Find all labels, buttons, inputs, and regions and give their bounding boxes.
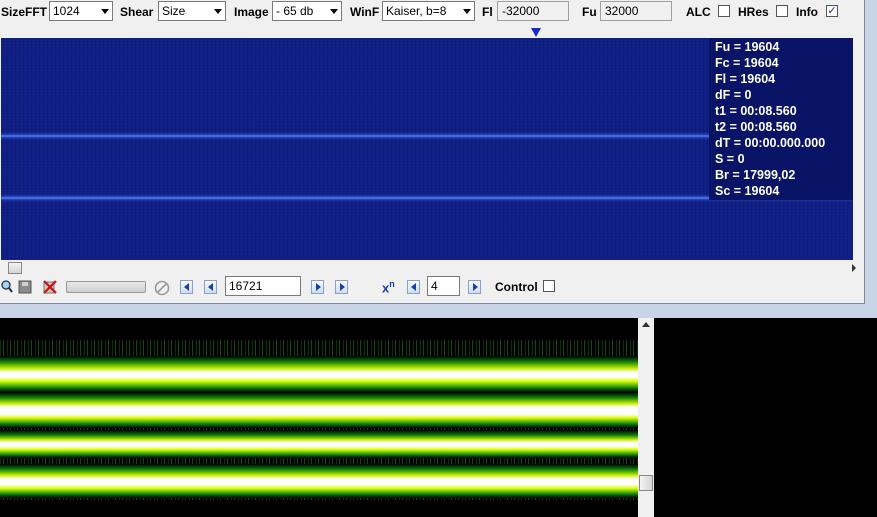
info-panel: Fu = 19604 Fc = 19604 Fl = 19604 dF = 0 …	[709, 38, 853, 200]
prev-fast-button[interactable]	[180, 280, 193, 294]
chevron-down-icon	[463, 9, 471, 14]
red-x-icon[interactable]	[42, 280, 57, 294]
control-label: Control	[495, 280, 538, 294]
image-label: Image	[234, 5, 269, 19]
floppy-icon[interactable]	[18, 280, 32, 294]
info-sc: Sc = 19604	[715, 184, 780, 198]
zoom-power-icon[interactable]: xn	[382, 279, 395, 295]
zoom-field[interactable]: 4	[427, 276, 460, 296]
info-t2: t2 = 00:08.560	[715, 120, 797, 134]
triangle-left-icon	[208, 283, 213, 291]
scroll-right-icon[interactable]	[852, 264, 856, 272]
info-br: Br = 17999,02	[715, 168, 796, 182]
info-df: dF = 0	[715, 88, 752, 102]
side-display	[654, 318, 877, 517]
magnifier-icon[interactable]	[0, 280, 14, 294]
info-label: Info	[796, 5, 818, 19]
info-fl: Fl = 19604	[715, 72, 776, 86]
prev-button[interactable]	[204, 280, 217, 294]
shear-value: Size	[162, 4, 186, 18]
frequency-marker-icon[interactable]	[531, 28, 541, 37]
info-s: S = 0	[715, 152, 745, 166]
spectrogram-view[interactable]: Fu = 19604 Fc = 19604 Fl = 19604 dF = 0 …	[1, 38, 853, 260]
image-select[interactable]: - 65 db	[272, 1, 342, 21]
zoom-decrease-button[interactable]	[407, 280, 420, 294]
scroll-up-icon[interactable]	[642, 322, 650, 327]
horizontal-scrollbar[interactable]	[0, 261, 860, 275]
sizefft-value: 1024	[53, 4, 80, 18]
chevron-right-icon	[340, 283, 345, 291]
fl-field[interactable]: -32000	[497, 1, 569, 21]
waterfall-display[interactable]	[0, 318, 638, 517]
signal-band	[0, 392, 638, 428]
side-strip	[866, 40, 877, 300]
info-fc: Fc = 19604	[715, 56, 779, 70]
sizefft-select[interactable]: 1024	[49, 1, 113, 21]
shear-select[interactable]: Size	[158, 1, 226, 21]
info-t1: t1 = 00:08.560	[715, 104, 797, 118]
scroll-thumb[interactable]	[639, 475, 653, 491]
hres-checkbox[interactable]	[776, 5, 788, 17]
info-checkbox[interactable]: ✓	[826, 5, 838, 17]
fl-label: Fl	[482, 5, 493, 19]
triangle-right-icon	[316, 283, 321, 291]
winf-select[interactable]: Kaiser, b=8	[382, 1, 475, 21]
info-fu: Fu = 19604	[715, 40, 780, 54]
zoom-superscript: n	[389, 279, 395, 289]
signal-band	[0, 430, 638, 458]
info-dt: dT = 00:00.000.000	[715, 136, 826, 150]
alc-checkbox[interactable]	[718, 5, 730, 17]
control-checkbox[interactable]	[543, 280, 555, 292]
scroll-thumb[interactable]	[8, 262, 22, 274]
position-field[interactable]: 16721	[225, 276, 301, 296]
chevron-down-icon	[101, 9, 109, 14]
hres-label: HRes	[738, 5, 769, 19]
next-button[interactable]	[311, 280, 324, 294]
sizefft-label: SizeFFT	[1, 5, 48, 19]
image-value: - 65 db	[276, 4, 314, 18]
next-fast-button[interactable]	[335, 280, 348, 294]
signal-band	[0, 464, 638, 498]
zoom-increase-button[interactable]	[468, 280, 481, 294]
spectrum-window: SizeFFT 1024 Shear Size Image - 65 db Wi…	[0, 0, 865, 304]
progress-bar	[66, 281, 146, 293]
fu-field[interactable]: 32000	[600, 1, 672, 21]
signal-band	[0, 356, 638, 392]
shear-label: Shear	[120, 5, 154, 19]
winf-value: Kaiser, b=8	[386, 4, 447, 18]
chevron-down-icon	[214, 9, 222, 14]
vertical-scrollbar[interactable]	[638, 318, 654, 517]
winf-label: WinF	[350, 5, 380, 19]
chevron-left-icon	[184, 283, 189, 291]
alc-label: ALC	[686, 5, 711, 19]
no-entry-icon[interactable]	[154, 280, 170, 296]
chevron-left-icon	[411, 283, 416, 291]
fu-label: Fu	[582, 5, 597, 19]
chevron-right-icon	[473, 283, 478, 291]
chevron-down-icon	[330, 9, 338, 14]
